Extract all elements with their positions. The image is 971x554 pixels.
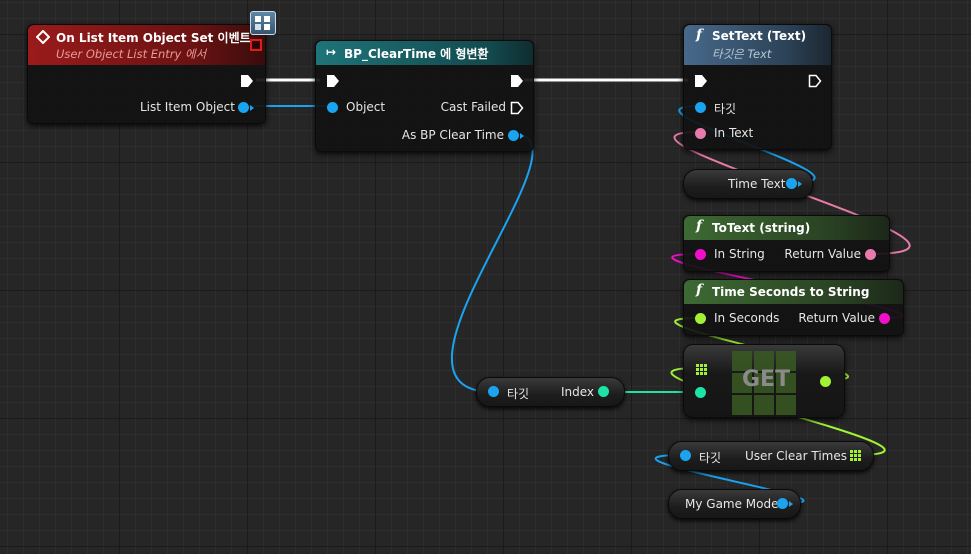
in-text-input-label: In Text — [714, 126, 754, 140]
clear-times-target-pin[interactable] — [680, 450, 691, 461]
time-seconds-to-string-node[interactable]: f Time Seconds to String In Seconds Retu… — [683, 279, 904, 336]
index-variable-node[interactable]: 타깃 Index — [476, 377, 625, 407]
in-seconds-label: In Seconds — [714, 311, 780, 325]
event-node-title: On List Item Object Set 이벤트 — [56, 31, 251, 45]
clear-times-target-label: 타깃 — [699, 451, 722, 465]
get-label: GET — [742, 367, 791, 392]
settext-node-title: SetText (Text) — [712, 29, 807, 43]
event-icon — [36, 30, 50, 44]
in-text-input-pin[interactable] — [695, 128, 706, 139]
get-output-pin[interactable] — [820, 376, 831, 387]
as-bp-clear-time-label: As BP Clear Time — [401, 128, 504, 142]
user-clear-times-variable-node[interactable]: 타깃 User Clear Times — [668, 441, 874, 471]
timesec-node-title: Time Seconds to String — [712, 285, 870, 299]
cast-node-title: BP_ClearTime 에 형변환 — [344, 47, 489, 61]
as-bp-clear-time-pin[interactable] — [508, 130, 524, 141]
index-output-pin[interactable] — [598, 386, 609, 397]
in-seconds-input-pin[interactable] — [695, 313, 706, 324]
list-item-object-pin[interactable] — [238, 102, 254, 113]
get-index-pin[interactable] — [695, 387, 706, 398]
settext-node-subtitle-text: 타깃은 Text — [712, 47, 772, 61]
my-game-mode-output-pin[interactable] — [777, 498, 793, 509]
function-icon: f — [696, 282, 703, 298]
my-game-mode-variable-node[interactable]: My Game Mode — [668, 489, 801, 519]
delegate-pin[interactable] — [250, 39, 262, 51]
settext-node-subtitle: 타깃은 Text — [712, 46, 771, 62]
time-text-variable-node[interactable]: Time Text — [683, 169, 813, 199]
exec-out-pin[interactable] — [240, 74, 254, 88]
index-target-label: 타깃 — [507, 387, 530, 401]
exec-out-pin[interactable] — [808, 74, 822, 88]
time-text-output-pin[interactable] — [786, 178, 802, 189]
array-get-node[interactable]: GET — [683, 344, 845, 418]
object-input-label: Object — [346, 100, 386, 114]
widget-blueprint-icon — [250, 11, 276, 35]
exec-in-pin[interactable] — [326, 74, 340, 88]
totext-node-title: ToText (string) — [712, 221, 811, 235]
time-text-label: Time Text — [728, 177, 786, 191]
exec-out-pin[interactable] — [510, 74, 524, 88]
in-string-label: In String — [714, 247, 765, 261]
my-game-mode-label: My Game Mode — [685, 497, 779, 511]
cast-node-bp-cleartime[interactable]: ↦ BP_ClearTime 에 형변환 Object Cast Failed … — [315, 40, 534, 152]
list-item-object-label: List Item Object — [139, 100, 235, 114]
timesec-return-label: Return Value — [798, 311, 875, 325]
function-icon: f — [696, 218, 703, 234]
array-output-pin[interactable] — [850, 450, 861, 461]
totext-return-label: Return Value — [784, 247, 861, 261]
object-input-pin[interactable] — [327, 102, 338, 113]
cast-icon: ↦ — [326, 45, 337, 59]
totext-string-node[interactable]: f ToText (string) In String Return Value — [683, 215, 890, 272]
in-string-input-pin[interactable] — [695, 249, 706, 260]
cast-failed-label: Cast Failed — [440, 100, 506, 114]
index-target-pin[interactable] — [488, 386, 499, 397]
cast-failed-pin[interactable] — [510, 101, 524, 115]
exec-in-pin[interactable] — [694, 74, 708, 88]
event-node-on-list-item-object-set[interactable]: On List Item Object Set 이벤트 User Object … — [27, 11, 276, 124]
wire-asbp-index — [451, 133, 534, 393]
array-icon — [696, 364, 707, 375]
index-label: Index — [560, 385, 594, 399]
user-clear-times-label: User Clear Times — [745, 449, 847, 463]
event-node-subtitle: User Object List Entry 에서 — [56, 47, 207, 61]
target-input-pin[interactable] — [695, 102, 706, 113]
target-input-label: 타깃 — [714, 102, 737, 116]
function-icon: f — [696, 27, 703, 43]
totext-return-pin[interactable] — [865, 249, 876, 260]
settext-node[interactable]: f SetText (Text) 타깃은 Text 타깃 In Text — [683, 24, 832, 150]
timesec-return-pin[interactable] — [879, 313, 890, 324]
